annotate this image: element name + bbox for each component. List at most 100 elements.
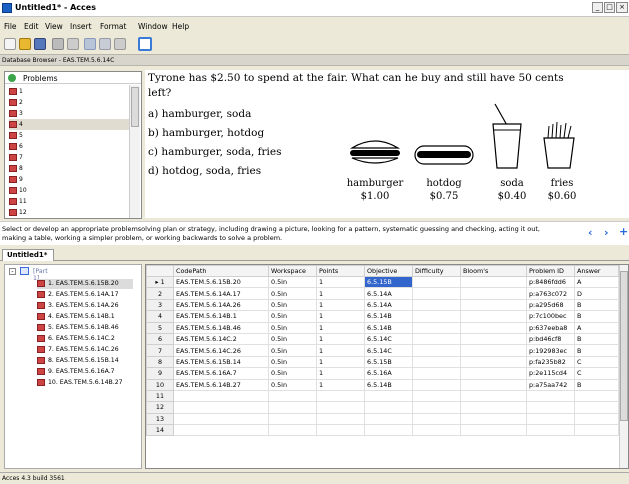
table-cell[interactable]: 6.5.15B (364, 275, 413, 289)
table-row[interactable]: 5 EAS.TEM.5.6.14B.46 0.5in 1 6.5.14B p:637eeb… (146, 321, 619, 334)
table-cell[interactable] (526, 389, 575, 403)
table-cell[interactable]: EAS.TEM.5.6.14B.27 (173, 378, 269, 391)
tab-untitled1[interactable]: Untitled1* (2, 249, 54, 261)
table-cell[interactable] (364, 389, 413, 403)
table-cell[interactable]: 0.5in (268, 310, 317, 323)
problem-item[interactable]: 3 (9, 108, 129, 119)
table-cell[interactable]: EAS.TEM.5.6.14C.2 (173, 332, 269, 346)
problem-item[interactable]: 8 (9, 163, 129, 174)
table-cell[interactable] (173, 412, 269, 426)
table-cell[interactable]: 1 (316, 298, 365, 312)
table-cell[interactable] (268, 389, 317, 403)
problem-item[interactable]: 10 (9, 185, 129, 196)
table-cell[interactable]: 6.5.14A (364, 298, 413, 312)
table-cell[interactable]: 6.5.14B (364, 321, 413, 334)
table-cell[interactable]: p:8486fdd6 (526, 275, 575, 289)
table-cell[interactable]: 0.5in (268, 275, 317, 289)
maximize-button[interactable]: □ (604, 2, 615, 13)
table-cell[interactable] (316, 401, 365, 414)
table-cell[interactable]: 0.5in (268, 332, 317, 346)
table-cell[interactable] (412, 378, 461, 391)
table-cell[interactable]: EAS.TEM.5.6.14B.46 (173, 321, 269, 334)
table-cell[interactable] (460, 401, 527, 414)
table-cell[interactable] (173, 389, 269, 403)
table-cell[interactable] (412, 287, 461, 300)
table-cell[interactable]: p:a763c072 (526, 287, 575, 300)
table-cell[interactable]: 1 (316, 344, 365, 357)
table-cell[interactable]: 1 (316, 367, 365, 380)
table-cell[interactable]: 6.5.14B (364, 378, 413, 391)
table-cell[interactable] (268, 412, 317, 426)
column-header[interactable]: CodePath (173, 265, 269, 277)
table-cell[interactable] (460, 389, 527, 403)
cut-icon[interactable] (84, 38, 96, 50)
table-cell[interactable] (460, 321, 527, 334)
add-problem-icon[interactable] (8, 74, 16, 82)
problem-item[interactable]: 2 (9, 97, 129, 108)
collapse-icon[interactable]: - (9, 268, 16, 275)
table-cell[interactable]: 0.5in (268, 367, 317, 380)
table-cell[interactable]: 1 (316, 310, 365, 323)
table-cell[interactable]: 6.5.14C (364, 332, 413, 346)
table-cell[interactable]: B (574, 332, 619, 346)
table-cell[interactable] (574, 401, 619, 414)
table-row[interactable]: 11 (146, 389, 619, 403)
table-cell[interactable] (316, 424, 365, 437)
problem-item[interactable]: 1 (9, 86, 129, 97)
problem-item[interactable]: 6 (9, 141, 129, 152)
table-cell[interactable] (412, 412, 461, 426)
table-cell[interactable] (268, 424, 317, 437)
table-cell[interactable]: p:bd46cf8 (526, 332, 575, 346)
table-cell[interactable]: 6.5.14A (364, 287, 413, 300)
next-arrow-icon[interactable]: › (604, 226, 609, 239)
table-cell[interactable] (574, 389, 619, 403)
table-row[interactable]: 9 EAS.TEM.5.6.16A.7 0.5in 1 6.5.16A p:2e115cd… (146, 367, 619, 380)
table-cell[interactable] (364, 401, 413, 414)
table-cell[interactable]: EAS.TEM.5.6.14A.26 (173, 298, 269, 312)
table-row[interactable]: 4 EAS.TEM.5.6.14B.1 0.5in 1 6.5.14B p:7c100be… (146, 310, 619, 323)
table-cell[interactable] (412, 298, 461, 312)
menu-help[interactable]: Help (172, 22, 189, 31)
table-cell[interactable]: 0.5in (268, 355, 317, 369)
table-cell[interactable] (412, 367, 461, 380)
table-cell[interactable]: 0.5in (268, 378, 317, 391)
table-cell[interactable]: EAS.TEM.5.6.15B.20 (173, 275, 269, 289)
problem-item[interactable]: 12 (9, 207, 129, 218)
table-cell[interactable]: 1 (316, 332, 365, 346)
table-cell[interactable] (526, 424, 575, 437)
table-cell[interactable] (316, 389, 365, 403)
table-cell[interactable]: 0.5in (268, 321, 317, 334)
table-cell[interactable] (412, 355, 461, 369)
table-cell[interactable] (460, 424, 527, 437)
table-cell[interactable]: 0.5in (268, 287, 317, 300)
table-cell[interactable] (412, 310, 461, 323)
open-icon[interactable] (19, 38, 31, 50)
table-row[interactable]: 7 EAS.TEM.5.6.14C.26 0.5in 1 6.5.14C p:192983… (146, 344, 619, 357)
table-cell[interactable]: p:192983ec (526, 344, 575, 357)
menu-edit[interactable]: Edit (24, 22, 39, 31)
problem-item[interactable]: 7 (9, 152, 129, 163)
previous-arrow-icon[interactable]: ‹ (588, 226, 593, 239)
table-cell[interactable]: p:637eeba8 (526, 321, 575, 334)
table-cell[interactable]: p:2e115cd4 (526, 367, 575, 380)
column-header[interactable]: Difficulty (412, 265, 461, 277)
table-row[interactable]: 2 EAS.TEM.5.6.14A.17 0.5in 1 6.5.14A p:a763c0… (146, 287, 619, 300)
table-row[interactable]: 6 EAS.TEM.5.6.14C.2 0.5in 1 6.5.14C p:bd46cf8… (146, 332, 619, 346)
column-header[interactable]: Objective (364, 265, 413, 277)
table-cell[interactable] (460, 275, 527, 289)
table-cell[interactable] (460, 298, 527, 312)
add-icon[interactable]: + (619, 225, 628, 238)
table-row[interactable]: 8 EAS.TEM.5.6.15B.14 0.5in 1 6.5.15B p:fa235b… (146, 355, 619, 369)
close-button[interactable]: × (616, 2, 628, 13)
table-cell[interactable]: p:fa235b82 (526, 355, 575, 369)
table-cell[interactable] (460, 344, 527, 357)
problem-item[interactable]: 9 (9, 174, 129, 185)
save-icon[interactable] (34, 38, 46, 50)
minimize-button[interactable]: _ (592, 2, 603, 13)
table-cell[interactable]: C (574, 367, 619, 380)
table-cell[interactable]: EAS.TEM.5.6.15B.14 (173, 355, 269, 369)
table-cell[interactable]: A (574, 321, 619, 334)
table-cell[interactable] (526, 401, 575, 414)
menu-window[interactable]: Window (138, 22, 168, 31)
preview-icon[interactable] (138, 37, 152, 51)
